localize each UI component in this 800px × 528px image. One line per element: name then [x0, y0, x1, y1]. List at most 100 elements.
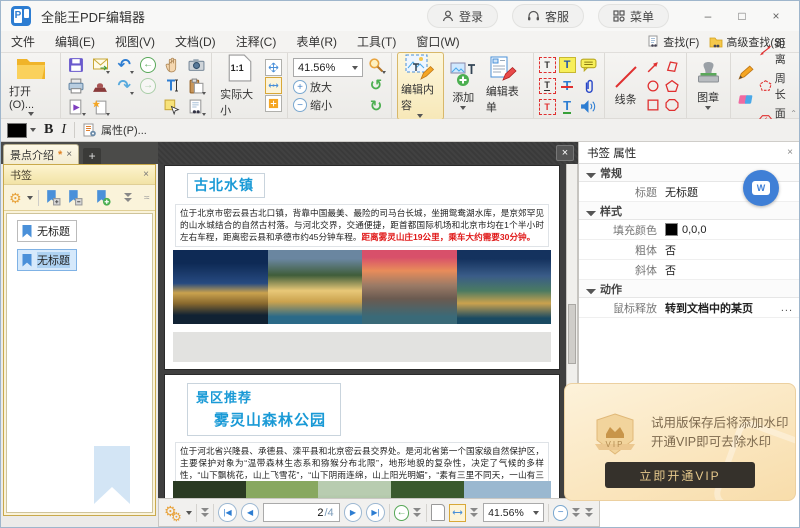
text-field-button[interactable]: T: [539, 57, 556, 73]
arrow-tool-button[interactable]: [643, 57, 663, 77]
fit-width-view-button[interactable]: [449, 504, 467, 522]
single-page-view-button[interactable]: [431, 504, 445, 521]
close-button[interactable]: ×: [761, 4, 791, 28]
collapse-toolbar-icon[interactable]: ⌃: [790, 109, 797, 118]
bold-button[interactable]: B: [44, 122, 53, 138]
magnifier-dropdown-icon[interactable]: [382, 71, 386, 74]
polygon-tool-button[interactable]: [662, 95, 682, 115]
polyline-tool-button[interactable]: [662, 57, 682, 77]
mail-dropdown-icon[interactable]: [106, 71, 110, 74]
more-bookmark-tools-icon[interactable]: [124, 193, 133, 203]
attach-file-button[interactable]: [579, 76, 599, 96]
open-button[interactable]: 打开(O)...: [6, 55, 55, 117]
highlight-text-button[interactable]: T: [559, 57, 576, 73]
menu-edit[interactable]: 编辑(E): [45, 31, 105, 52]
find-button[interactable]: 查找(F): [647, 34, 699, 50]
menu-view[interactable]: 视图(V): [105, 31, 165, 52]
add-dropdown-icon[interactable]: [460, 106, 466, 110]
comment-button[interactable]: [579, 55, 599, 75]
edit-form-button[interactable]: 编辑表单: [483, 55, 528, 116]
login-button[interactable]: 登录: [427, 4, 498, 28]
measure-perimeter-button[interactable]: 周长: [759, 70, 794, 102]
panel-collapse-icon[interactable]: ≍: [143, 193, 150, 202]
send-mail-button[interactable]: [90, 55, 110, 75]
pencil-tool-button[interactable]: [736, 62, 756, 82]
zoom-out-button[interactable]: −缩小: [293, 97, 363, 113]
fit-width-button[interactable]: [265, 77, 282, 94]
statusbar-zoom-dropdown-icon[interactable]: [533, 511, 539, 515]
bookmark-item-selected[interactable]: 无标题: [17, 249, 77, 271]
statusbar-collapse-icon[interactable]: [201, 508, 210, 518]
search-dropdown-icon[interactable]: [202, 113, 206, 116]
strikethrough-button[interactable]: T: [563, 78, 571, 93]
eraser-tool-button[interactable]: [736, 89, 756, 109]
measure-distance-button[interactable]: 距离: [759, 35, 794, 67]
stamp-dropdown-icon[interactable]: [705, 106, 711, 110]
zoom-combo[interactable]: 41.56%: [293, 58, 363, 77]
fit-page-button[interactable]: [265, 59, 282, 76]
statusbar-zoom-out-button[interactable]: −: [553, 505, 569, 521]
save-button[interactable]: [66, 55, 86, 75]
view-history-dropdown-icon[interactable]: [413, 508, 422, 518]
select-text-button[interactable]: [162, 76, 182, 96]
bookmark-item[interactable]: 无标题: [17, 220, 77, 242]
add-bookmark-icon[interactable]: [94, 189, 111, 206]
fill-color-swatch[interactable]: [665, 223, 678, 236]
paste-button[interactable]: [186, 76, 206, 96]
rotate-right-button[interactable]: ↻: [366, 97, 386, 117]
scrollbar-thumb[interactable]: [568, 304, 576, 364]
support-button[interactable]: 客服: [512, 4, 584, 28]
statusbar-more-icon[interactable]: [572, 508, 581, 518]
line-tool-button[interactable]: 线条: [610, 63, 642, 108]
vip-upgrade-button[interactable]: 立即开通VIP: [605, 462, 755, 488]
export-button[interactable]: [66, 97, 86, 117]
tab-close-icon[interactable]: ×: [66, 149, 72, 160]
add-sound-button[interactable]: [579, 97, 599, 117]
menu-tools[interactable]: 工具(T): [347, 31, 406, 52]
menu-form[interactable]: 表单(R): [286, 31, 347, 52]
circle-tool-button[interactable]: [643, 76, 663, 96]
add-button[interactable]: 添加: [447, 61, 480, 111]
fit-visible-button[interactable]: [265, 95, 282, 112]
prev-page-button[interactable]: ◀: [241, 503, 260, 522]
menu-window[interactable]: 窗口(W): [406, 31, 469, 52]
properties-panel-close-icon[interactable]: ×: [787, 147, 793, 158]
previous-view-button[interactable]: ←: [394, 505, 410, 521]
menu-button[interactable]: 菜单: [598, 4, 669, 28]
font-color-dropdown-icon[interactable]: [30, 128, 36, 132]
section-action[interactable]: 动作: [579, 280, 800, 298]
maximize-button[interactable]: □: [727, 4, 757, 28]
expand-bookmark-icon[interactable]: [44, 189, 61, 206]
page-number-input[interactable]: 2 /4: [263, 503, 339, 522]
edit-content-dropdown-icon[interactable]: [417, 114, 423, 118]
select-object-button[interactable]: [162, 97, 182, 117]
statusbar-expand-icon[interactable]: [585, 508, 594, 518]
underline-button[interactable]: T: [563, 99, 571, 115]
bold-field-value[interactable]: 否: [665, 242, 676, 258]
menu-document[interactable]: 文档(D): [165, 31, 226, 52]
document-close-button[interactable]: ×: [556, 145, 574, 161]
edit-content-button[interactable]: 编辑内容: [397, 52, 444, 120]
next-page-button[interactable]: ▶: [344, 503, 363, 522]
text-line-button[interactable]: T: [539, 78, 556, 94]
redo-dropdown-icon[interactable]: [130, 92, 134, 95]
stamp-button[interactable]: 图章: [692, 61, 725, 111]
marquee-zoom-button[interactable]: [366, 55, 386, 75]
new-doc-button[interactable]: [90, 97, 110, 117]
search-doc-button[interactable]: [186, 97, 206, 117]
bookmarks-panel-close-icon[interactable]: ×: [143, 169, 149, 180]
feedback-float-button[interactable]: W: [743, 170, 779, 206]
text-callout-button[interactable]: T: [539, 99, 556, 115]
view-mode-dropdown-icon[interactable]: [470, 508, 479, 518]
print-button[interactable]: [66, 76, 86, 96]
paste-dropdown-icon[interactable]: [202, 92, 206, 95]
undo-button[interactable]: ↶: [114, 55, 134, 75]
scan-button[interactable]: [90, 76, 110, 96]
bookmark-options-dropdown-icon[interactable]: [27, 196, 33, 200]
prev-view-button[interactable]: ←: [138, 55, 158, 75]
hand-tool-button[interactable]: [162, 55, 182, 75]
menu-file[interactable]: 文件: [1, 31, 45, 52]
properties-button[interactable]: 属性(P)...: [83, 122, 147, 138]
actual-size-button[interactable]: 1:1 实际大小: [217, 53, 262, 119]
redo-button[interactable]: ↷: [114, 76, 134, 96]
